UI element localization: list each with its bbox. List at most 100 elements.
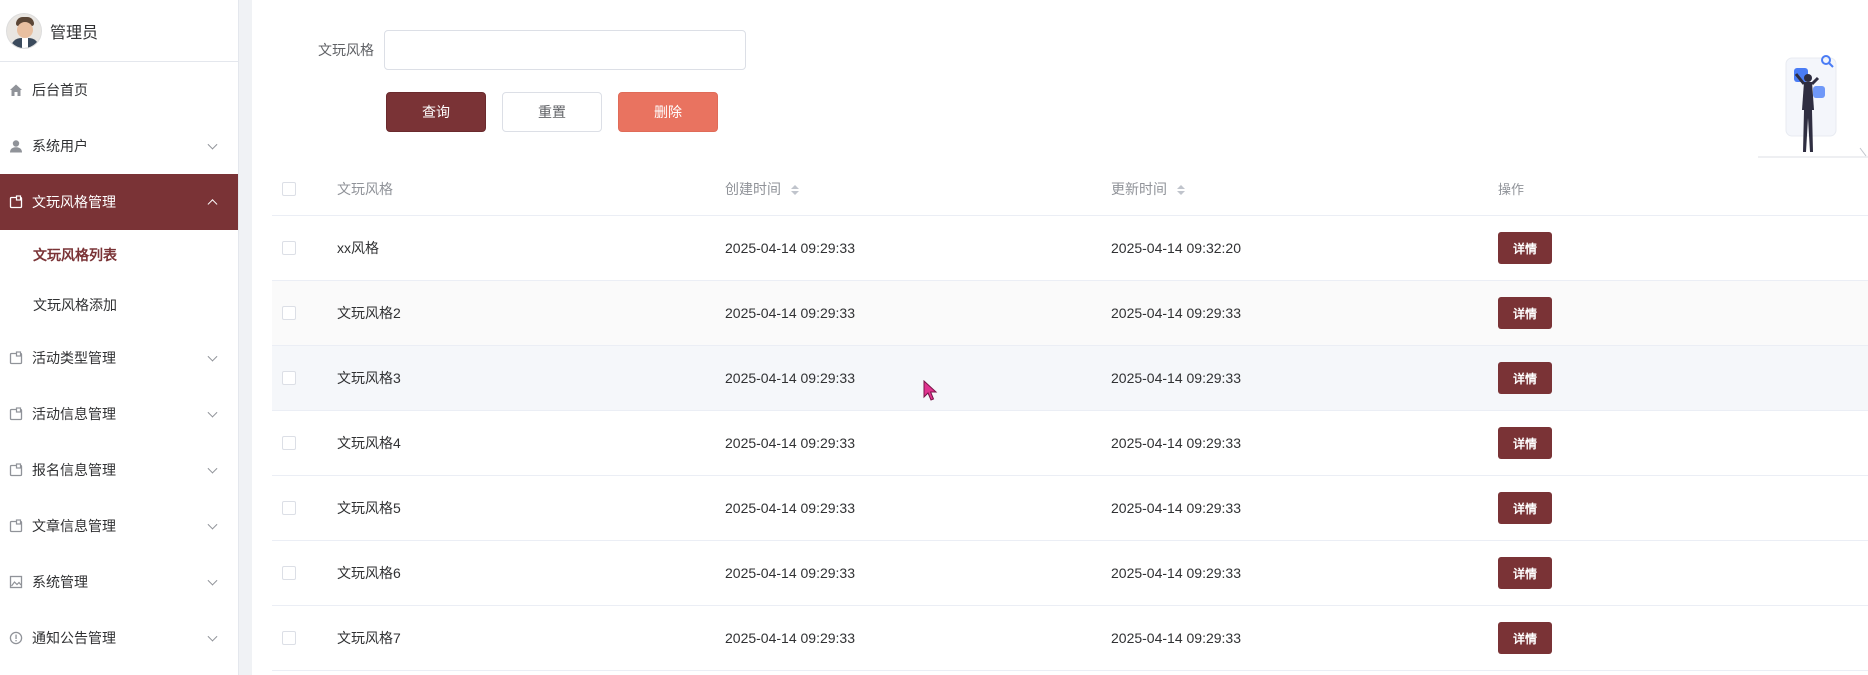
delete-button[interactable]: 删除 — [618, 92, 718, 132]
sidebar-item-home[interactable]: 后台首页 — [0, 62, 238, 118]
table-row: 文玩风格2 2025-04-14 09:29:33 2025-04-14 09:… — [272, 281, 1868, 346]
cell-updated: 2025-04-14 09:29:33 — [1111, 435, 1241, 451]
user-block: 管理员 — [0, 0, 238, 62]
table-row: 文玩风格5 2025-04-14 09:29:33 2025-04-14 09:… — [272, 476, 1868, 541]
cell-created: 2025-04-14 09:29:33 — [725, 435, 855, 451]
header-updated[interactable]: 更新时间 — [1111, 179, 1498, 199]
folder-icon — [8, 406, 24, 422]
style-search-input[interactable] — [384, 30, 746, 70]
cell-created: 2025-04-14 09:29:33 — [725, 240, 855, 256]
row-checkbox[interactable] — [282, 436, 296, 450]
sidebar-item-label: 系统用户 — [32, 138, 88, 154]
image-icon — [8, 574, 24, 590]
header-name: 文玩风格 — [337, 180, 393, 197]
sidebar-item-registration-info[interactable]: 报名信息管理 — [0, 442, 238, 498]
action-buttons: 查询 重置 删除 — [386, 92, 734, 132]
cell-name: 文玩风格3 — [337, 370, 401, 386]
sidebar-subitem-style-add[interactable]: 文玩风格添加 — [0, 280, 238, 330]
cell-updated: 2025-04-14 09:29:33 — [1111, 565, 1241, 581]
detail-button[interactable]: 详情 — [1498, 492, 1552, 524]
select-all-checkbox[interactable] — [282, 181, 296, 196]
folder-icon — [8, 462, 24, 478]
chevron-down-icon — [207, 631, 218, 642]
reset-button[interactable]: 重置 — [502, 92, 602, 132]
detail-button[interactable]: 详情 — [1498, 297, 1552, 329]
sidebar-item-label: 系统管理 — [32, 574, 88, 590]
cell-updated: 2025-04-14 09:29:33 — [1111, 500, 1241, 516]
detail-button[interactable]: 详情 — [1498, 622, 1552, 654]
sidebar-item-label: 活动类型管理 — [32, 350, 116, 366]
cell-updated: 2025-04-14 09:32:20 — [1111, 240, 1241, 256]
sidebar-item-notice-management[interactable]: 通知公告管理 — [0, 610, 238, 666]
chevron-down-icon — [207, 407, 218, 418]
sidebar-item-system-management[interactable]: 系统管理 — [0, 554, 238, 610]
sidebar-item-system-users[interactable]: 系统用户 — [0, 118, 238, 174]
sidebar-item-style-management[interactable]: 文玩风格管理 — [0, 174, 238, 230]
chevron-up-icon — [207, 199, 218, 210]
detail-button[interactable]: 详情 — [1498, 232, 1552, 264]
user-name[interactable]: 管理员 — [50, 19, 98, 43]
user-icon — [8, 138, 24, 154]
table-row: 文玩风格4 2025-04-14 09:29:33 2025-04-14 09:… — [272, 411, 1868, 476]
chevron-down-icon — [207, 139, 218, 150]
row-checkbox[interactable] — [282, 306, 296, 320]
sidebar-menu: 后台首页 系统用户 文玩风格管理 文玩风格列表 文玩风格添加 活动类型管理 活动… — [0, 62, 238, 666]
cell-created: 2025-04-14 09:29:33 — [725, 370, 855, 386]
sidebar-item-label: 文章信息管理 — [32, 518, 116, 534]
sidebar-item-label: 活动信息管理 — [32, 406, 116, 422]
sidebar-item-activity-info[interactable]: 活动信息管理 — [0, 386, 238, 442]
header-created[interactable]: 创建时间 — [725, 179, 1111, 199]
search-form: 文玩风格 — [318, 30, 746, 70]
decorative-illustration — [1758, 48, 1868, 160]
mouse-cursor-icon — [923, 380, 938, 401]
chevron-down-icon — [207, 463, 218, 474]
sort-icon[interactable] — [790, 184, 799, 195]
cell-created: 2025-04-14 09:29:33 — [725, 565, 855, 581]
row-checkbox[interactable] — [282, 241, 296, 255]
cell-name: 文玩风格5 — [337, 500, 401, 516]
sidebar-divider — [238, 0, 252, 675]
sidebar: 管理员 后台首页 系统用户 文玩风格管理 文玩风格列表 文玩风格添加 活动类型管… — [0, 0, 238, 675]
sort-icon[interactable] — [1176, 184, 1185, 195]
header-created-label: 创建时间 — [725, 180, 781, 197]
header-op: 操作 — [1498, 182, 1525, 197]
table-row: 文玩风格3 2025-04-14 09:29:33 2025-04-14 09:… — [272, 346, 1868, 411]
cell-created: 2025-04-14 09:29:33 — [725, 305, 855, 321]
row-checkbox[interactable] — [282, 501, 296, 515]
table-header: 文玩风格 创建时间 更新时间 操作 — [272, 162, 1868, 216]
row-checkbox[interactable] — [282, 631, 296, 645]
folder-icon — [8, 194, 24, 210]
cell-updated: 2025-04-14 09:29:33 — [1111, 370, 1241, 386]
sidebar-item-label: 文玩风格管理 — [32, 194, 116, 210]
folder-icon — [8, 350, 24, 366]
row-checkbox[interactable] — [282, 566, 296, 580]
avatar[interactable] — [6, 12, 42, 49]
main-content: 文玩风格 查询 重置 删除 文玩风格 创建时间 更新时间 操作 xx风格 202… — [252, 0, 1868, 675]
sidebar-item-article-info[interactable]: 文章信息管理 — [0, 498, 238, 554]
table-row: 文玩风格6 2025-04-14 09:29:33 2025-04-14 09:… — [272, 541, 1868, 606]
style-table: 文玩风格 创建时间 更新时间 操作 xx风格 2025-04-14 09:29:… — [272, 162, 1868, 671]
detail-button[interactable]: 详情 — [1498, 427, 1552, 459]
cell-name: 文玩风格6 — [337, 565, 401, 581]
detail-button[interactable]: 详情 — [1498, 362, 1552, 394]
chevron-down-icon — [207, 351, 218, 362]
chevron-down-icon — [207, 575, 218, 586]
sidebar-subitem-style-list[interactable]: 文玩风格列表 — [0, 230, 238, 280]
cell-name: 文玩风格2 — [337, 305, 401, 321]
row-checkbox[interactable] — [282, 371, 296, 385]
info-circle-icon — [8, 630, 24, 646]
cell-name: 文玩风格4 — [337, 435, 401, 451]
table-row: 文玩风格7 2025-04-14 09:29:33 2025-04-14 09:… — [272, 606, 1868, 671]
cell-name: xx风格 — [337, 240, 379, 256]
header-updated-label: 更新时间 — [1111, 180, 1167, 197]
query-button[interactable]: 查询 — [386, 92, 486, 132]
detail-button[interactable]: 详情 — [1498, 557, 1552, 589]
folder-icon — [8, 518, 24, 534]
home-icon — [8, 82, 24, 98]
table-row: xx风格 2025-04-14 09:29:33 2025-04-14 09:3… — [272, 216, 1868, 281]
cell-created: 2025-04-14 09:29:33 — [725, 500, 855, 516]
search-label: 文玩风格 — [318, 42, 374, 58]
sidebar-item-activity-type[interactable]: 活动类型管理 — [0, 330, 238, 386]
sidebar-item-label: 后台首页 — [32, 82, 88, 98]
cell-updated: 2025-04-14 09:29:33 — [1111, 630, 1241, 646]
